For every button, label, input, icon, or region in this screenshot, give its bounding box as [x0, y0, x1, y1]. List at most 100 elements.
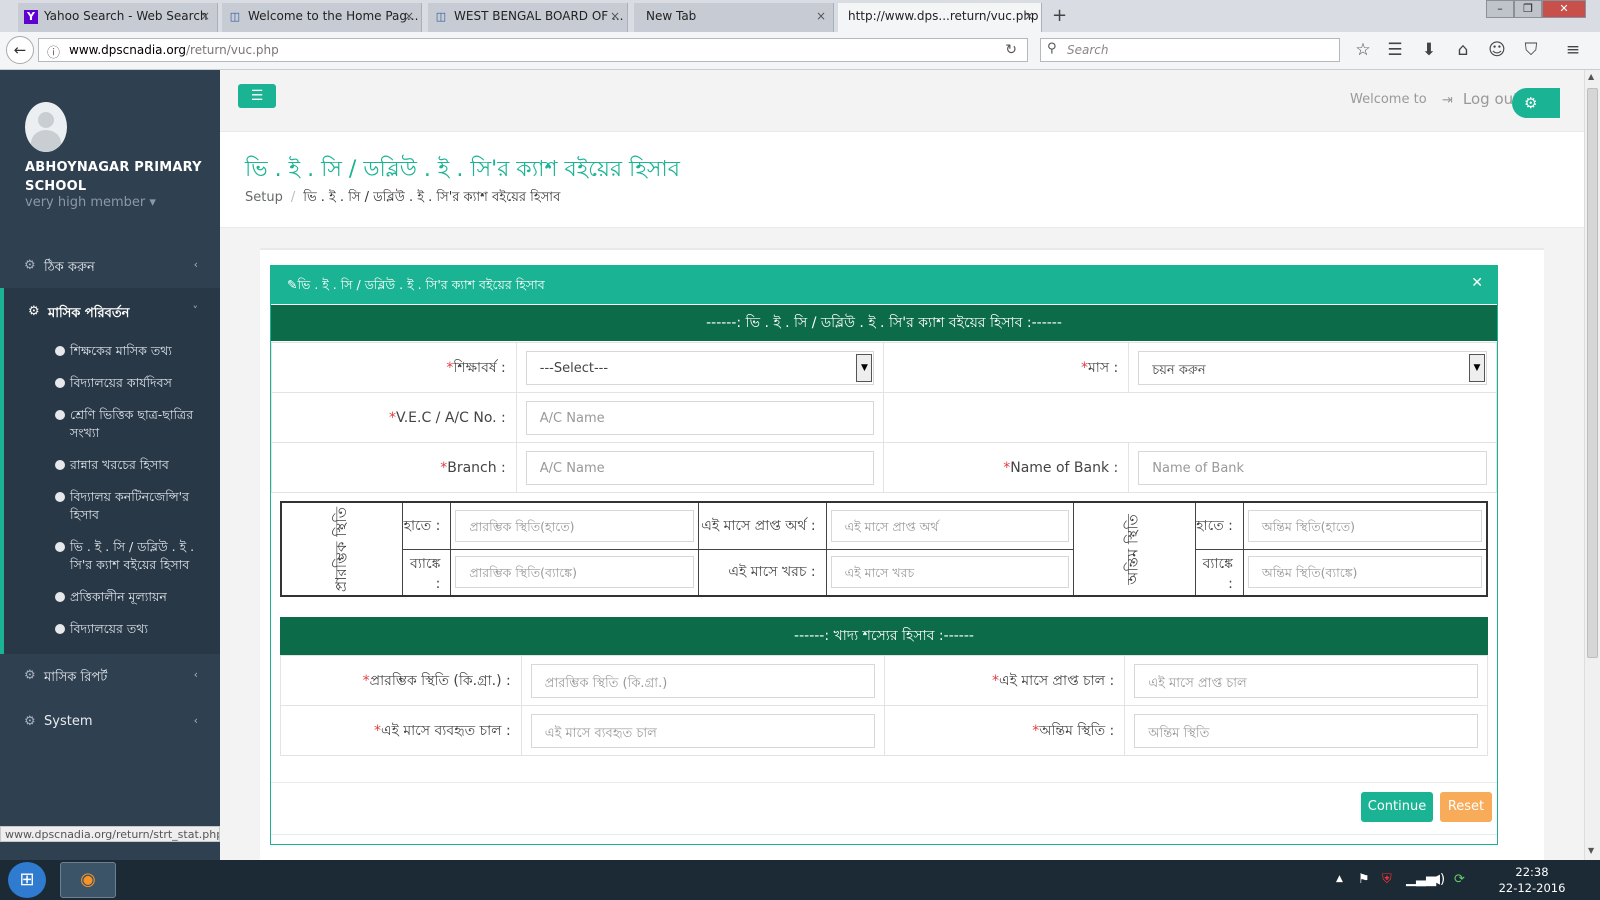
tab-close-icon[interactable]: × [1024, 9, 1034, 23]
restore-icon[interactable]: ❐ [1514, 0, 1542, 18]
sidebar-item-label: মাসিক রিপর্ট [44, 670, 108, 685]
tab-label: Welcome to the Home Pag... [248, 9, 419, 23]
received-input[interactable]: এই মাসে প্রাপ্ত অর্থ [830, 509, 1070, 542]
menu-toggle-button[interactable]: ☰ [238, 84, 276, 108]
reading-list-icon[interactable]: ☰ [1384, 40, 1406, 60]
account-info-table: *শিক্ষাবর্ষ : ---Select--- ▼ *মাস : চয়ন … [271, 342, 1497, 493]
chevron-left-icon: ‹ [193, 668, 198, 681]
reload-icon[interactable]: ↻ [1005, 42, 1017, 58]
chevron-left-icon: ‹ [193, 714, 198, 727]
back-arrow-icon[interactable]: ← [6, 36, 34, 64]
sidebar-subitem-school-info[interactable]: বিদ্যালয়ের তথ্য [55, 620, 206, 638]
sidebar-item-label: মাসিক পরিবর্তন [48, 306, 130, 321]
browser-window: Y Yahoo Search - Web Search × ◫ Welcome … [0, 0, 1600, 900]
sync-icon[interactable]: ⟳ [1454, 872, 1465, 887]
tab-close-icon[interactable]: × [200, 9, 210, 23]
tab-close-icon[interactable]: × [404, 9, 414, 23]
search-placeholder: Search [1067, 43, 1109, 57]
spent-input[interactable]: এই মাসে খরচ [830, 556, 1070, 589]
sidebar-item-label: System [44, 714, 93, 729]
user-role-dropdown[interactable]: very high member ▾ [25, 195, 156, 210]
grain-opening-input[interactable]: প্রারম্ভিক স্থিতি (কি.গ্রা.) [530, 663, 875, 698]
closing-hand-input[interactable]: অন্তিম স্থিতি(হাতে) [1247, 509, 1482, 542]
opening-bank-input[interactable]: প্রারম্ভিক স্থিতি(ব্যাঙ্কে) [455, 556, 694, 589]
month-select[interactable]: চয়ন করুন ▼ [1138, 350, 1487, 385]
taskbar-clock[interactable]: 22:38 22-12-2016 [1496, 864, 1568, 896]
sidebar: ABHOYNAGAR PRIMARY SCHOOL very high memb… [0, 70, 220, 860]
grain-received-input[interactable]: এই মাসে প্রাপ্ত চাল [1134, 663, 1478, 698]
reset-button[interactable]: Reset [1440, 792, 1492, 822]
grain-closing-label: *অন্তিম স্থিতি : [883, 705, 1126, 756]
tab-close-icon[interactable]: × [610, 9, 620, 23]
sidebar-subitem-teacher-info[interactable]: শিক্ষকের মাসিক তথ্য [55, 342, 206, 360]
bookmark-star-icon[interactable]: ☆ [1352, 40, 1374, 60]
tab-wbbpe[interactable]: ◫ WEST BENGAL BOARD OF ... × [428, 3, 628, 32]
firefox-taskbar-icon[interactable]: ◉ [60, 862, 116, 898]
sidebar-subitem-contingency[interactable]: বিদ্যালয় কনটিনজেন্সি'র হিসাব [55, 488, 206, 524]
logout-label: Log out [1462, 90, 1520, 108]
sidebar-item-monthly-change[interactable]: ⚙ মাসিক পরিবর্তন ˅ [0, 304, 220, 324]
gear-icon: ⚙ [24, 668, 36, 683]
scroll-up-icon[interactable]: ▲ [1588, 72, 1594, 81]
scroll-thumb[interactable] [1587, 88, 1598, 658]
branch-input[interactable]: A/C Name [525, 450, 875, 485]
info-icon[interactable]: ⓘ [47, 42, 60, 61]
page-scrollbar[interactable]: ▲ ▼ [1584, 70, 1600, 860]
sidebar-subitem-student-count[interactable]: শ্রেণি ভিত্তিক ছাত্র-ছাত্রির সংখ্যা [55, 406, 206, 442]
grain-closing-input[interactable]: অন্তিম স্থিতি [1134, 713, 1478, 748]
nav-bar: ← ⓘ www.dpscnadia.org/return/vuc.php ↻ ⚲… [0, 32, 1600, 70]
grain-used-input[interactable]: এই মাসে ব্যবহৃত চাল [530, 713, 875, 748]
logout-link[interactable]: ⇥ Log out [1442, 90, 1519, 108]
sidebar-item-monthly-report[interactable]: ⚙ মাসিক রিপর্ট ‹ [0, 668, 220, 688]
sidebar-subitem-evaluation[interactable]: প্রত্তিকালীন মূল্যায়ন [55, 588, 206, 606]
grain-used-label: *এই মাসে ব্যবহৃত চাল : [280, 705, 522, 756]
sidebar-subitem-cooking-cost[interactable]: রান্নার খরচের হিসাব [55, 456, 206, 474]
bank-name-input[interactable]: Name of Bank [1138, 450, 1487, 485]
continue-button[interactable]: Continue [1361, 792, 1433, 822]
url-path: /return/vuc.php [186, 43, 279, 57]
menu-icon[interactable]: ≡ [1562, 40, 1584, 60]
settings-gears-button[interactable]: ⚙ [1512, 88, 1560, 118]
sidebar-item-system[interactable]: ⚙ System ‹ [0, 714, 220, 734]
breadcrumb-setup[interactable]: Setup [245, 190, 283, 205]
closing-bank-input[interactable]: অন্তিম স্থিতি(ব্যাঙ্কে) [1247, 556, 1482, 589]
grain-opening-label: *প্রারম্ভিক স্থিতি (কি.গ্রা.) : [280, 655, 522, 706]
tab-new-tab[interactable]: New Tab × [634, 3, 834, 32]
vec-account-input[interactable]: A/C Name [525, 400, 875, 435]
scroll-down-icon[interactable]: ▼ [1588, 846, 1594, 855]
breadcrumb-current: ভি . ই . সি / ডব্লিউ . ই . সি'র ক্যাশ বই… [303, 190, 561, 205]
breadcrumb: Setup / ভি . ই . সি / ডব্লিউ . ই . সি'র ক্… [245, 190, 561, 205]
tab-yahoo[interactable]: Y Yahoo Search - Web Search × [18, 3, 218, 32]
shield-icon[interactable]: ⛨ [1382, 872, 1392, 887]
search-input[interactable]: ⚲ Search [1040, 38, 1340, 62]
download-icon[interactable]: ⬇ [1418, 40, 1440, 60]
status-url: www.dpscnadia.org/return/strt_stat.php [0, 826, 220, 842]
tab-home-page[interactable]: ◫ Welcome to the Home Pag... × [222, 3, 422, 32]
opening-hand-input[interactable]: প্রারম্ভিক স্থিতি(হাতে) [455, 509, 694, 542]
new-tab-icon[interactable]: + [1052, 5, 1067, 26]
window-close-icon[interactable]: ✕ [1542, 0, 1586, 18]
chat-icon[interactable]: ☺ [1486, 40, 1508, 60]
avatar[interactable] [25, 102, 67, 152]
windows-start-icon[interactable]: ⊞ [8, 862, 46, 898]
close-icon[interactable]: ✕ [1471, 275, 1483, 291]
sidebar-subitem-vec-cashbook[interactable]: ভি . ই . সি / ডব্লিউ . ই . সি'র ক্যাশ বই… [55, 538, 206, 574]
spent-label: এই মাসে খরচ : [697, 548, 827, 597]
volume-icon[interactable]: ◀) [1430, 872, 1445, 887]
tab-active-vuc[interactable]: http://www.dps...return/vuc.php × [838, 3, 1042, 32]
tray-expand-icon[interactable]: ▲ [1336, 874, 1343, 884]
tab-close-icon[interactable]: × [816, 9, 826, 23]
minimize-icon[interactable]: – [1486, 0, 1514, 18]
year-select[interactable]: ---Select--- ▼ [525, 350, 875, 385]
closing-hand-label: হাতে : [1194, 501, 1244, 550]
year-label: *শিক্ষাবর্ষ : [271, 342, 517, 393]
sidebar-subitem-working-days[interactable]: বিদ্যালয়ের কার্যদিবস [55, 374, 206, 392]
pocket-icon[interactable]: ⛉ [1520, 40, 1542, 60]
month-label: *মাস : [883, 342, 1130, 393]
url-bar[interactable]: ⓘ www.dpscnadia.org/return/vuc.php ↻ [38, 38, 1028, 62]
sidebar-item-setup[interactable]: ⚙ ঠিক করুন ‹ [0, 258, 220, 278]
gear-icon: ⚙ [28, 304, 40, 319]
sidebar-item-label: ঠিক করুন [44, 260, 95, 275]
home-icon[interactable]: ⌂ [1452, 40, 1474, 60]
flag-icon[interactable]: ⚑ [1358, 872, 1370, 887]
